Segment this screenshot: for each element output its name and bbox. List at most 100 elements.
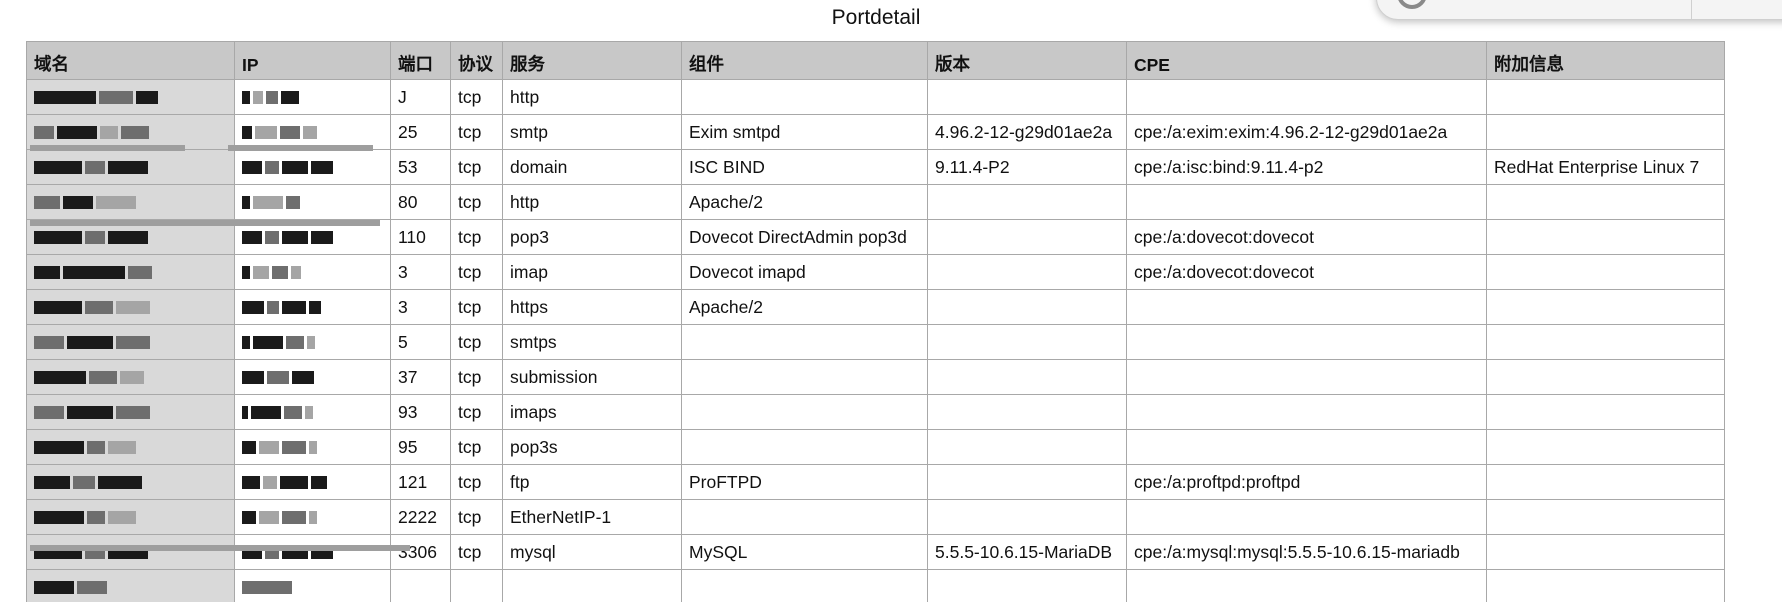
table-row[interactable]: J tcp http — [26, 79, 1725, 115]
port-detail-table: 域名 IP 端口 协议 服务 组件 版本 CPE 附加信息 J tcp http — [26, 41, 1725, 602]
ip-cell-redacted — [234, 79, 391, 115]
port-cell — [390, 569, 451, 602]
version-cell — [927, 499, 1127, 535]
service-cell: pop3s — [502, 429, 682, 465]
cpe-cell: cpe:/a:dovecot:dovecot — [1126, 219, 1487, 255]
col-header-port[interactable]: 端口 — [390, 41, 451, 80]
protocol-cell: tcp — [450, 324, 503, 360]
col-header-cpe[interactable]: CPE — [1126, 41, 1487, 80]
protocol-cell: tcp — [450, 534, 503, 570]
cpe-cell: cpe:/a:isc:bind:9.11.4-p2 — [1126, 149, 1487, 185]
cpe-cell — [1126, 394, 1487, 430]
port-cell: J — [390, 79, 451, 115]
service-cell: imap — [502, 254, 682, 290]
table-row[interactable]: 95 tcp pop3s — [26, 429, 1725, 465]
cpe-cell — [1126, 184, 1487, 220]
port-cell: 95 — [390, 429, 451, 465]
version-cell — [927, 464, 1127, 500]
table-row[interactable]: 3306 tcp mysql MySQL 5.5.5-10.6.15-Maria… — [26, 534, 1725, 570]
table-row[interactable]: 53 tcp domain ISC BIND 9.11.4-P2 cpe:/a:… — [26, 149, 1725, 185]
ip-cell-redacted — [234, 324, 391, 360]
extra-info-cell — [1486, 79, 1725, 115]
domain-cell-redacted — [26, 184, 235, 220]
domain-cell-redacted — [26, 569, 235, 602]
col-header-protocol[interactable]: 协议 — [450, 41, 503, 80]
domain-cell-redacted — [26, 324, 235, 360]
table-row[interactable]: 93 tcp imaps — [26, 394, 1725, 430]
extra-info-cell — [1486, 569, 1725, 602]
col-header-component[interactable]: 组件 — [681, 41, 928, 80]
service-cell: mysql — [502, 534, 682, 570]
extra-info-cell — [1486, 219, 1725, 255]
extra-info-cell — [1486, 464, 1725, 500]
version-cell — [927, 289, 1127, 325]
domain-cell-redacted — [26, 499, 235, 535]
service-cell: smtp — [502, 114, 682, 150]
component-cell: Dovecot DirectAdmin pop3d — [681, 219, 928, 255]
domain-cell-redacted — [26, 464, 235, 500]
service-cell: https — [502, 289, 682, 325]
extra-info-cell — [1486, 184, 1725, 220]
service-cell: domain — [502, 149, 682, 185]
component-cell — [681, 569, 928, 602]
domain-cell-redacted — [26, 429, 235, 465]
protocol-cell: tcp — [450, 289, 503, 325]
table-row[interactable]: 80 tcp http Apache/2 — [26, 184, 1725, 220]
col-header-version[interactable]: 版本 — [927, 41, 1127, 80]
domain-cell-redacted — [26, 289, 235, 325]
protocol-cell: tcp — [450, 429, 503, 465]
version-cell — [927, 254, 1127, 290]
service-cell: submission — [502, 359, 682, 395]
ip-cell-redacted — [234, 359, 391, 395]
service-cell: http — [502, 79, 682, 115]
component-cell: Apache/2 — [681, 289, 928, 325]
component-cell — [681, 79, 928, 115]
cpe-cell — [1126, 79, 1487, 115]
version-cell — [927, 429, 1127, 465]
redaction-strip — [228, 145, 373, 151]
version-cell — [927, 79, 1127, 115]
port-cell: 110 — [390, 219, 451, 255]
ip-cell-redacted — [234, 569, 391, 602]
extra-info-cell — [1486, 429, 1725, 465]
col-header-domain[interactable]: 域名 — [26, 41, 235, 80]
table-row[interactable]: 5 tcp smtps — [26, 324, 1725, 360]
table-row[interactable]: 3 tcp https Apache/2 — [26, 289, 1725, 325]
service-cell: http — [502, 184, 682, 220]
port-cell: 3 — [390, 289, 451, 325]
ip-cell-redacted — [234, 289, 391, 325]
extra-info-cell: RedHat Enterprise Linux 7 — [1486, 149, 1725, 185]
ip-cell-redacted — [234, 149, 391, 185]
cpe-cell — [1126, 499, 1487, 535]
col-header-service[interactable]: 服务 — [502, 41, 682, 80]
component-cell: MySQL — [681, 534, 928, 570]
extra-info-cell — [1486, 359, 1725, 395]
cpe-cell — [1126, 289, 1487, 325]
protocol-cell: tcp — [450, 219, 503, 255]
ip-cell-redacted — [234, 394, 391, 430]
ip-cell-redacted — [234, 429, 391, 465]
version-cell: 5.5.5-10.6.15-MariaDB — [927, 534, 1127, 570]
port-cell: 121 — [390, 464, 451, 500]
service-cell — [502, 569, 682, 602]
protocol-cell: tcp — [450, 254, 503, 290]
cpe-cell — [1126, 324, 1487, 360]
service-cell: ftp — [502, 464, 682, 500]
extra-info-cell — [1486, 394, 1725, 430]
extra-info-cell — [1486, 254, 1725, 290]
ip-cell-redacted — [234, 499, 391, 535]
cpe-cell: cpe:/a:proftpd:proftpd — [1126, 464, 1487, 500]
col-header-ip[interactable]: IP — [234, 41, 391, 80]
table-row[interactable]: 37 tcp submission — [26, 359, 1725, 395]
cpe-cell: cpe:/a:dovecot:dovecot — [1126, 254, 1487, 290]
table-row[interactable]: 3 tcp imap Dovecot imapd cpe:/a:dovecot:… — [26, 254, 1725, 290]
port-cell: 2222 — [390, 499, 451, 535]
table-row[interactable]: 2222 tcp EtherNetIP-1 — [26, 499, 1725, 535]
component-cell: Dovecot imapd — [681, 254, 928, 290]
port-cell: 25 — [390, 114, 451, 150]
redaction-strip — [30, 545, 410, 551]
table-row-partial[interactable] — [26, 569, 1725, 602]
table-body: J tcp http 25 tcp smtp Exim smtpd 4.96.2… — [26, 79, 1725, 602]
table-row[interactable]: 121 tcp ftp ProFTPD cpe:/a:proftpd:proft… — [26, 464, 1725, 500]
col-header-extra[interactable]: 附加信息 — [1486, 41, 1725, 80]
